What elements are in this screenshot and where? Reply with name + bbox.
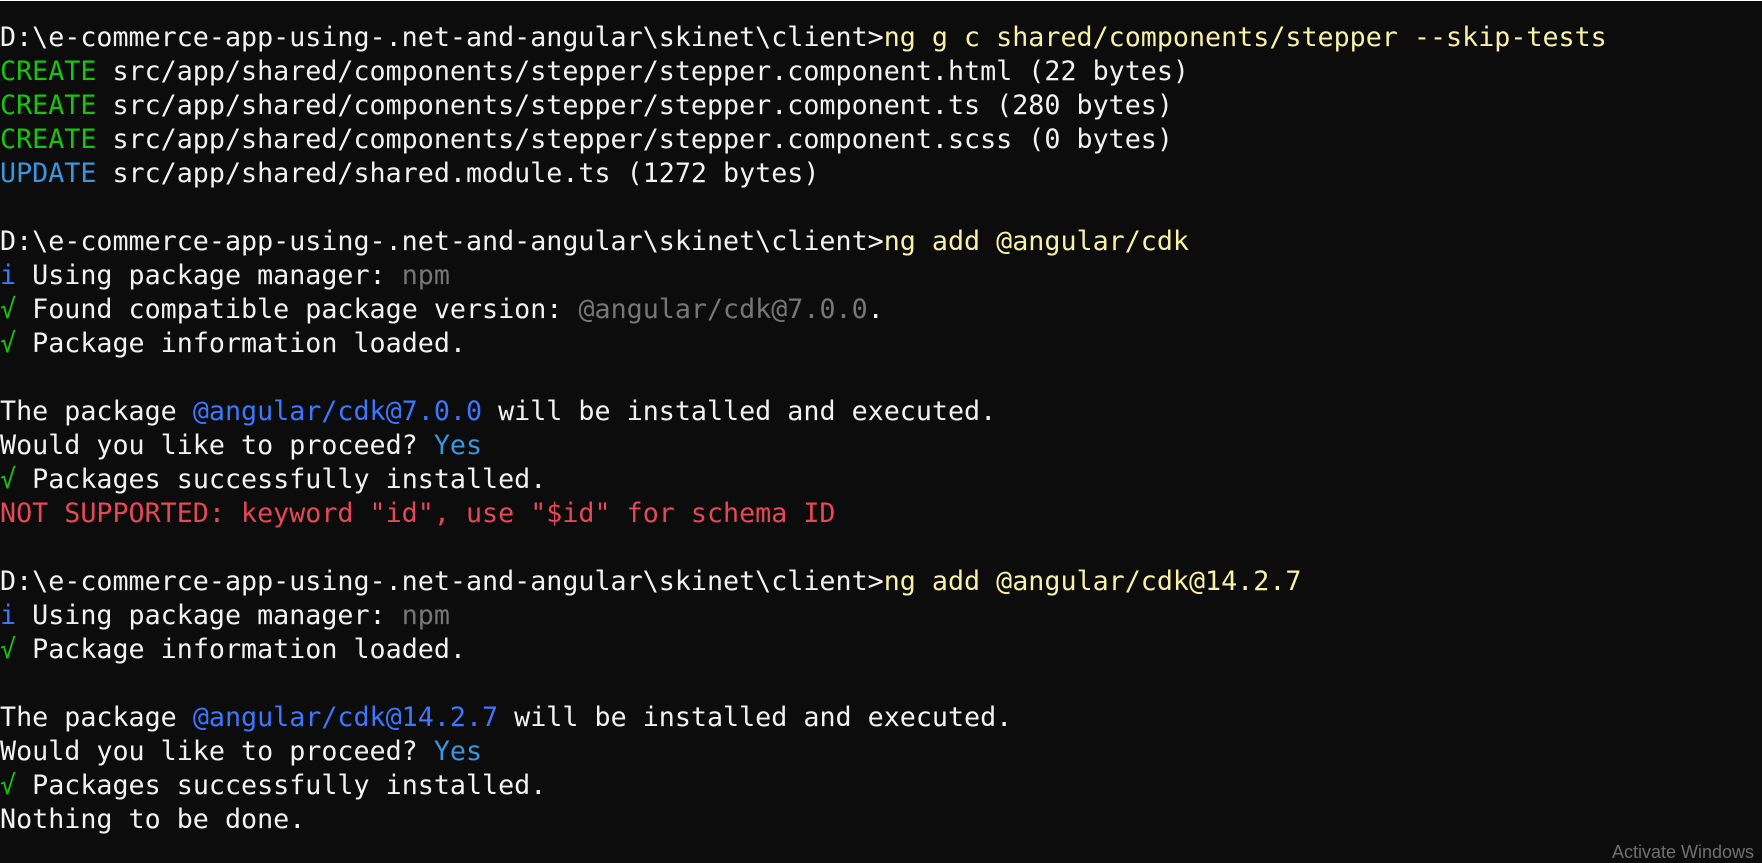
terminal-text-segment: CREATE [0,90,97,121]
terminal-text-segment: ng g c shared/components/stepper --skip-… [883,22,1607,53]
terminal-text-segment: √ [0,770,17,801]
terminal-output[interactable]: D:\e-commerce-app-using-.net-and-angular… [0,21,1762,837]
terminal-text-segment: D:\e-commerce-app-using-.net-and-angular… [0,22,884,53]
terminal-line: √ Packages successfully installed. [0,463,1762,497]
terminal-text-segment: @angular/cdk@7.0.0 [192,396,483,427]
terminal-line: The package @angular/cdk@14.2.7 will be … [0,701,1762,735]
terminal-line: D:\e-commerce-app-using-.net-and-angular… [0,565,1762,599]
terminal-line: NOT SUPPORTED: keyword "id", use "$id" f… [0,497,1762,531]
terminal-text-segment: Would you like to proceed? [0,736,434,767]
terminal-text-segment: will be installed and executed. [482,396,997,427]
terminal-text-segment: will be installed and executed. [498,702,1013,733]
terminal-text-segment: Package information loaded. [16,634,466,665]
terminal-text-segment: Yes [433,736,483,767]
terminal-text-segment: √ [0,634,17,665]
terminal-line: UPDATE src/app/shared/shared.module.ts (… [0,157,1762,191]
terminal-text-segment: CREATE [0,56,97,87]
terminal-text-segment: @angular/cdk@7.0.0 [578,294,868,325]
terminal-text-segment: npm [401,600,450,631]
terminal-text-segment: ng add @angular/cdk [883,226,1189,257]
terminal-text-segment: D:\e-commerce-app-using-.net-and-angular… [0,226,884,257]
terminal-text-segment: Would you like to proceed? [0,430,434,461]
terminal-text-segment: Using package manager: [16,260,402,291]
terminal-line: i Using package manager: npm [0,259,1762,293]
terminal-text-segment: npm [401,260,450,291]
terminal-text-segment: ng add @angular/cdk@14.2.7 [883,566,1302,597]
terminal-line: Nothing to be done. [0,803,1762,837]
terminal-line: Would you like to proceed? Yes [0,429,1762,463]
terminal-text-segment: UPDATE [0,158,97,189]
terminal-text-segment: The package [0,702,193,733]
terminal-line: CREATE src/app/shared/components/stepper… [0,89,1762,123]
terminal-text-segment: Nothing to be done. [0,804,306,835]
terminal-text-segment: CREATE [0,124,97,155]
terminal-text-segment: src/app/shared/shared.module.ts (1272 by… [96,158,820,189]
terminal-text-segment: √ [0,294,17,325]
terminal-line: √ Found compatible package version: @ang… [0,293,1762,327]
terminal-line: Would you like to proceed? Yes [0,735,1762,769]
terminal-text-segment: The package [0,396,193,427]
terminal-text-segment: i [0,260,17,291]
terminal-text-segment: i [0,600,17,631]
activate-windows-watermark: Activate Windows [1611,842,1754,862]
terminal-text-segment: src/app/shared/components/stepper/steppe… [96,90,1173,121]
terminal-text-segment: NOT SUPPORTED: keyword "id", use "$id" f… [0,498,836,529]
terminal-line: The package @angular/cdk@7.0.0 will be i… [0,395,1762,429]
terminal-text-segment: src/app/shared/components/stepper/steppe… [96,56,1189,87]
terminal-text-segment: Using package manager: [16,600,402,631]
terminal-line: CREATE src/app/shared/components/stepper… [0,123,1762,157]
terminal-line: D:\e-commerce-app-using-.net-and-angular… [0,225,1762,259]
terminal-text-segment: √ [0,464,17,495]
terminal-line: √ Packages successfully installed. [0,769,1762,803]
terminal-text-segment: . [867,294,884,325]
terminal-text-segment: src/app/shared/components/stepper/steppe… [96,124,1173,155]
terminal-text-segment: D:\e-commerce-app-using-.net-and-angular… [0,566,884,597]
terminal-line: i Using package manager: npm [0,599,1762,633]
terminal-line: √ Package information loaded. [0,633,1762,667]
terminal-text-segment: Found compatible package version: [16,294,579,325]
terminal-line: D:\e-commerce-app-using-.net-and-angular… [0,21,1762,55]
terminal-text-segment: @angular/cdk@14.2.7 [192,702,499,733]
terminal-text-segment: Yes [433,430,483,461]
terminal-text-segment: √ [0,328,17,359]
terminal-line: CREATE src/app/shared/components/stepper… [0,55,1762,89]
terminal-text-segment: Packages successfully installed. [16,464,547,495]
terminal-line: √ Package information loaded. [0,327,1762,361]
terminal-window[interactable]: { "colors": { "default": "#cccccc", "com… [0,0,1762,862]
terminal-text-segment: Packages successfully installed. [16,770,547,801]
terminal-text-segment: Package information loaded. [16,328,466,359]
